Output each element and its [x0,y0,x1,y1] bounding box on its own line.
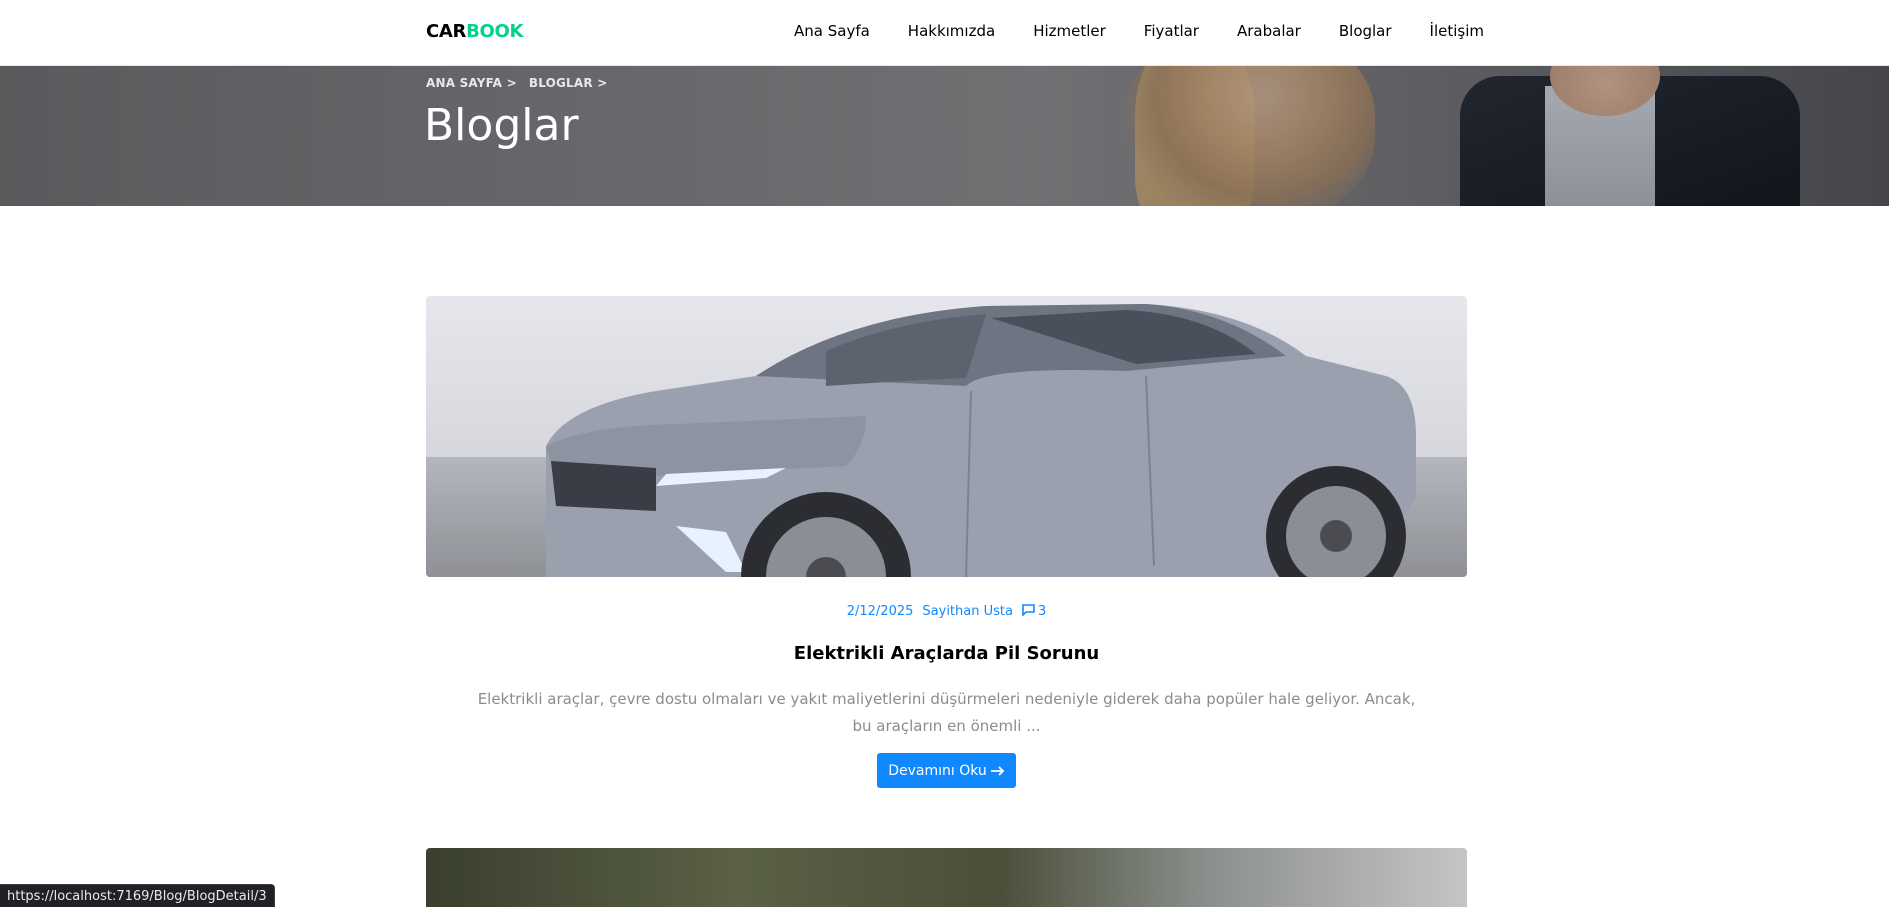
read-more-label: Devamını Oku [888,762,987,779]
post-date[interactable]: 2/12/2025 [847,604,914,619]
post-comment-count: 3 [1037,604,1047,619]
page-title: Bloglar [424,100,579,151]
arrow-right-icon [990,765,1005,776]
read-more-button[interactable]: Devamını Oku [877,753,1016,788]
breadcrumb-separator: > [597,76,608,90]
nav-links: Ana Sayfa Hakkımızda Hizmetler Fiyatlar … [794,22,1484,40]
nav-link-arabalar[interactable]: Arabalar [1237,22,1301,40]
post-title-link[interactable]: Elektrikli Araçlarda Pil Sorunu [794,643,1099,664]
brand-logo[interactable]: CARBOOK [426,21,523,42]
nav-link-fiyatlar[interactable]: Fiyatlar [1144,22,1199,40]
post-author[interactable]: Sayithan Usta [922,604,1013,619]
post-comments[interactable]: 3 [1022,604,1046,619]
nav-link-iletisim[interactable]: İletişim [1430,22,1484,40]
browser-status-url: https://localhost:7169/Blog/BlogDetail/3 [0,884,275,907]
breadcrumb-current: BLOGLAR [528,76,593,90]
nav-link-ana-sayfa[interactable]: Ana Sayfa [794,22,870,40]
brand-part-car: CAR [426,21,467,42]
nav-link-bloglar[interactable]: Bloglar [1339,22,1392,40]
car-illustration [546,304,1416,577]
hero-overlay [0,66,1889,206]
comment-icon [1022,604,1035,616]
breadcrumb-link-home[interactable]: ANA SAYFA [426,76,502,90]
hero-banner [0,66,1889,206]
nav-link-hakkimizda[interactable]: Hakkımızda [908,22,995,40]
navbar: CARBOOK Ana Sayfa Hakkımızda Hizmetler F… [0,0,1889,66]
post-title: Elektrikli Araçlarda Pil Sorunu [0,643,1889,664]
nav-link-hizmetler[interactable]: Hizmetler [1033,22,1106,40]
breadcrumb-item-blogs: BLOGLAR > [529,76,608,90]
brand-part-book: BOOK [466,21,524,42]
blog-post-image[interactable] [426,296,1467,577]
post-meta: 2/12/2025 Sayithan Usta 3 [0,604,1889,619]
breadcrumb-item-home: ANA SAYFA > [426,76,517,90]
breadcrumb-separator: > [506,76,517,90]
breadcrumb: ANA SAYFA > BLOGLAR > [426,76,608,90]
post-excerpt: Elektrikli araçlar, çevre dostu olmaları… [477,690,1416,735]
blog-post-image-next[interactable] [426,848,1467,907]
